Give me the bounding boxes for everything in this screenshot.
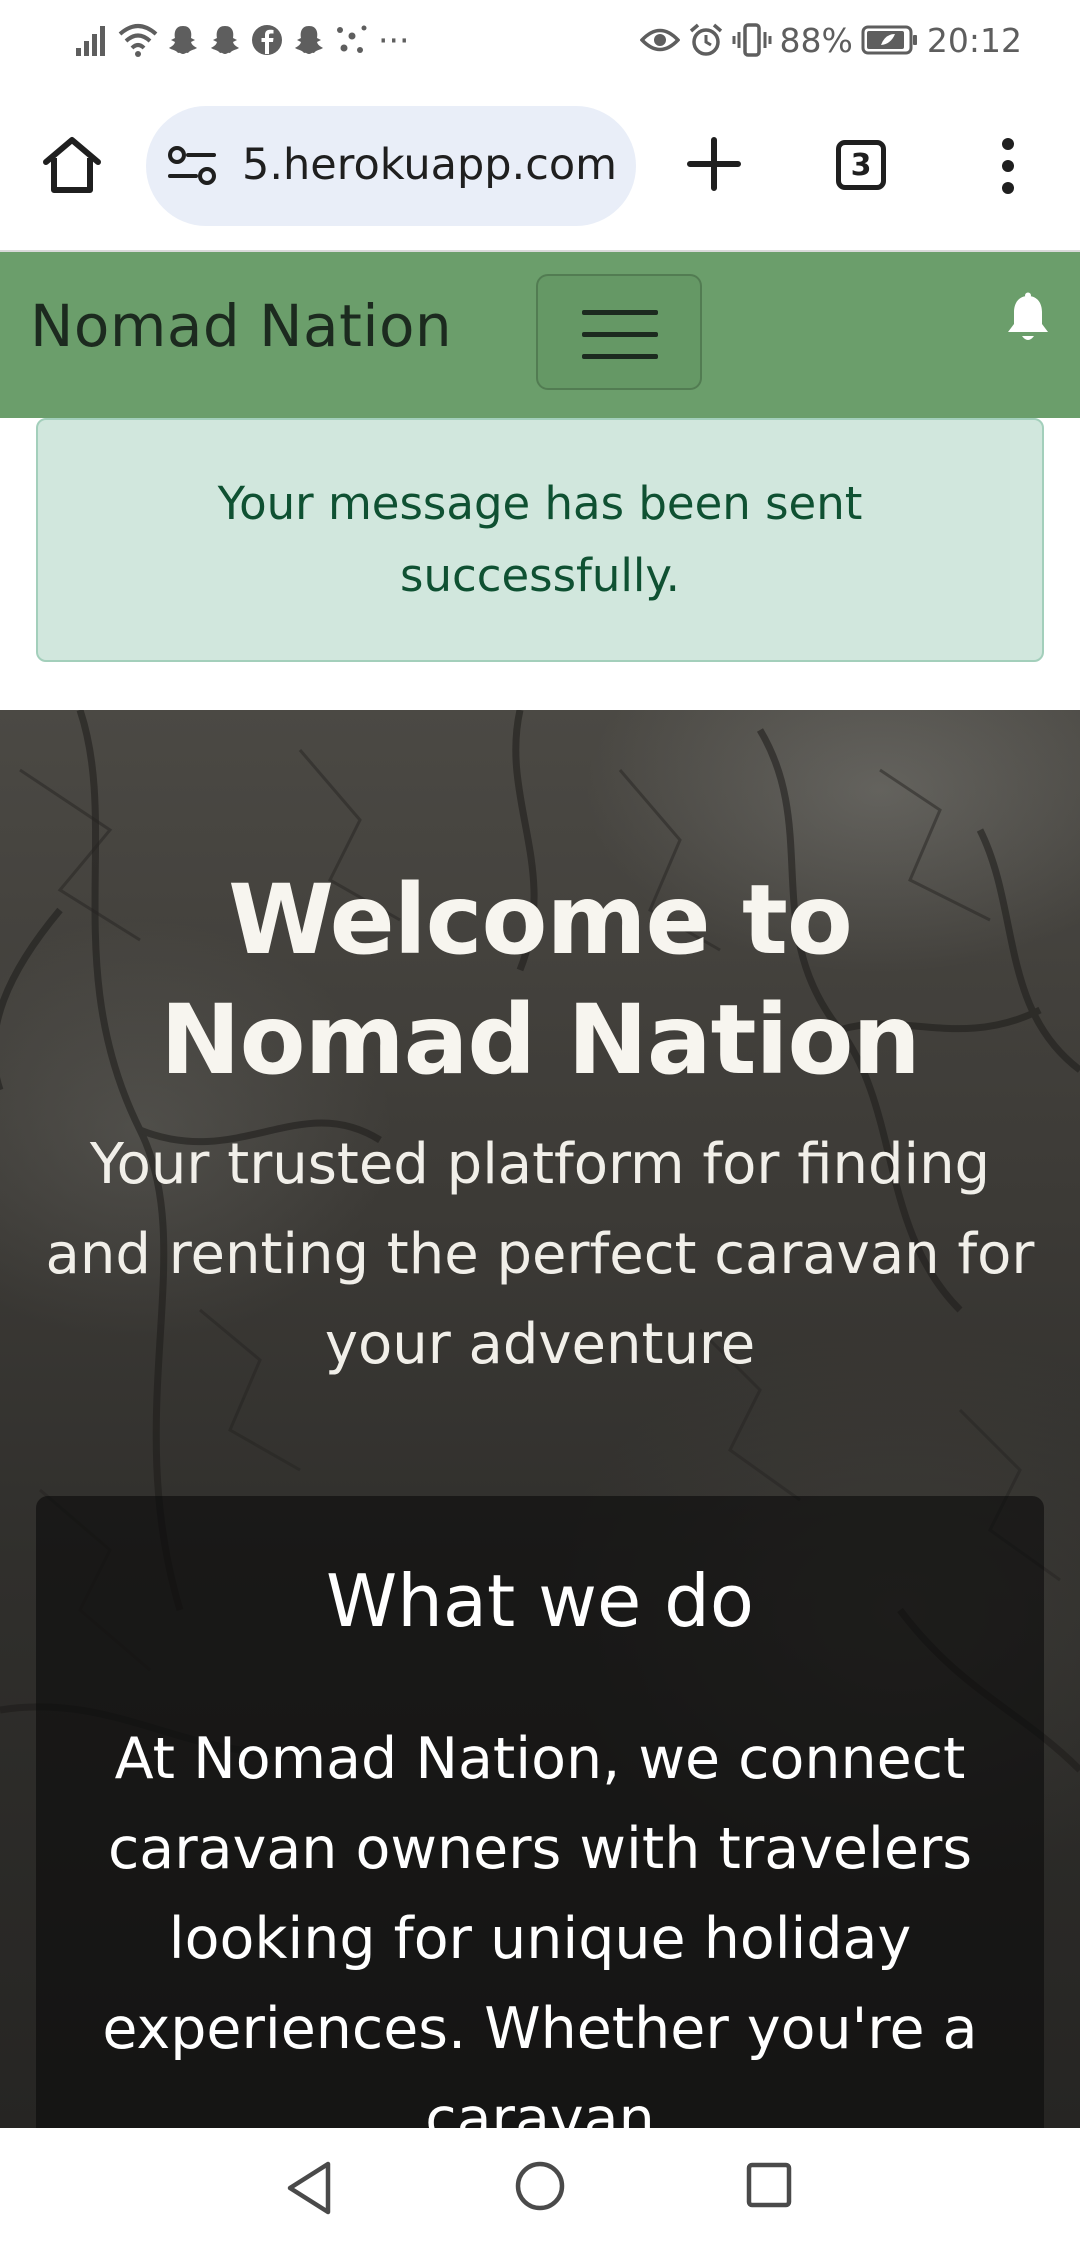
battery-icon: [861, 24, 919, 56]
alert-message: Your message has been sent successfully.: [217, 477, 863, 602]
hamburger-icon: [582, 310, 658, 359]
clock: 20:12: [926, 20, 1022, 60]
vibrate-icon: [732, 22, 772, 58]
eye-icon: [639, 25, 680, 55]
site-brand[interactable]: Nomad Nation: [30, 292, 452, 360]
snapchat-icon: [166, 23, 200, 57]
system-navigation-bar: [0, 2128, 1080, 2244]
browser-toolbar: 5.herokuapp.com 3: [0, 84, 1080, 252]
screen: ··· 88% 20:12 5.herokuapp.com 3 Nomad Na…: [0, 0, 1080, 2244]
battery-percent: 88%: [779, 20, 853, 60]
browser-home-button[interactable]: [40, 132, 104, 196]
system-home-button[interactable]: [514, 2160, 566, 2212]
address-bar[interactable]: 5.herokuapp.com: [146, 106, 636, 226]
home-circle-icon: [515, 2161, 565, 2211]
hero-section: Welcome to Nomad Nation Your trusted pla…: [0, 710, 1080, 2128]
site-settings-icon[interactable]: [168, 144, 216, 188]
status-bar-right: 88% 20:12: [639, 18, 1022, 62]
url-text[interactable]: 5.herokuapp.com: [242, 140, 617, 190]
tab-count: 3: [850, 147, 872, 183]
bell-icon: [1008, 292, 1048, 340]
status-bar-left: ···: [74, 18, 409, 62]
snapchat-icon: [292, 23, 326, 57]
facebook-icon: [250, 23, 284, 57]
new-tab-button[interactable]: [686, 136, 742, 192]
home-icon: [43, 137, 101, 193]
what-we-do-card: What we do At Nomad Nation, we connect c…: [36, 1496, 1044, 2128]
back-button[interactable]: [284, 2160, 336, 2216]
wifi-icon: [118, 22, 158, 58]
back-icon: [287, 2161, 331, 2215]
alert-container: Your message has been sent successfully.: [0, 418, 1080, 710]
recents-button[interactable]: [746, 2162, 792, 2208]
recents-icon: [746, 2162, 792, 2208]
status-bar: ··· 88% 20:12: [0, 0, 1080, 84]
signal-icon: [74, 22, 110, 58]
app-dots-icon: [334, 22, 370, 58]
snapchat-icon: [208, 23, 242, 57]
success-alert: Your message has been sent successfully.: [36, 418, 1044, 662]
notifications-button[interactable]: [1004, 292, 1052, 346]
more-vert-icon: [1002, 138, 1014, 194]
hero-title: Welcome to Nomad Nation: [160, 864, 920, 1096]
tab-switcher-button[interactable]: 3: [836, 140, 886, 190]
plus-icon: [687, 137, 741, 191]
card-body: At Nomad Nation, we connect caravan owne…: [102, 1726, 978, 2128]
browser-menu-button[interactable]: [994, 136, 1022, 196]
card-title: What we do: [326, 1559, 754, 1643]
hero-subtitle: Your trusted platform for finding and re…: [45, 1132, 1035, 1377]
status-overflow: ···: [378, 20, 410, 60]
site-navbar: Nomad Nation: [0, 252, 1080, 418]
alarm-icon: [688, 22, 724, 58]
navbar-toggle-button[interactable]: [536, 274, 702, 390]
